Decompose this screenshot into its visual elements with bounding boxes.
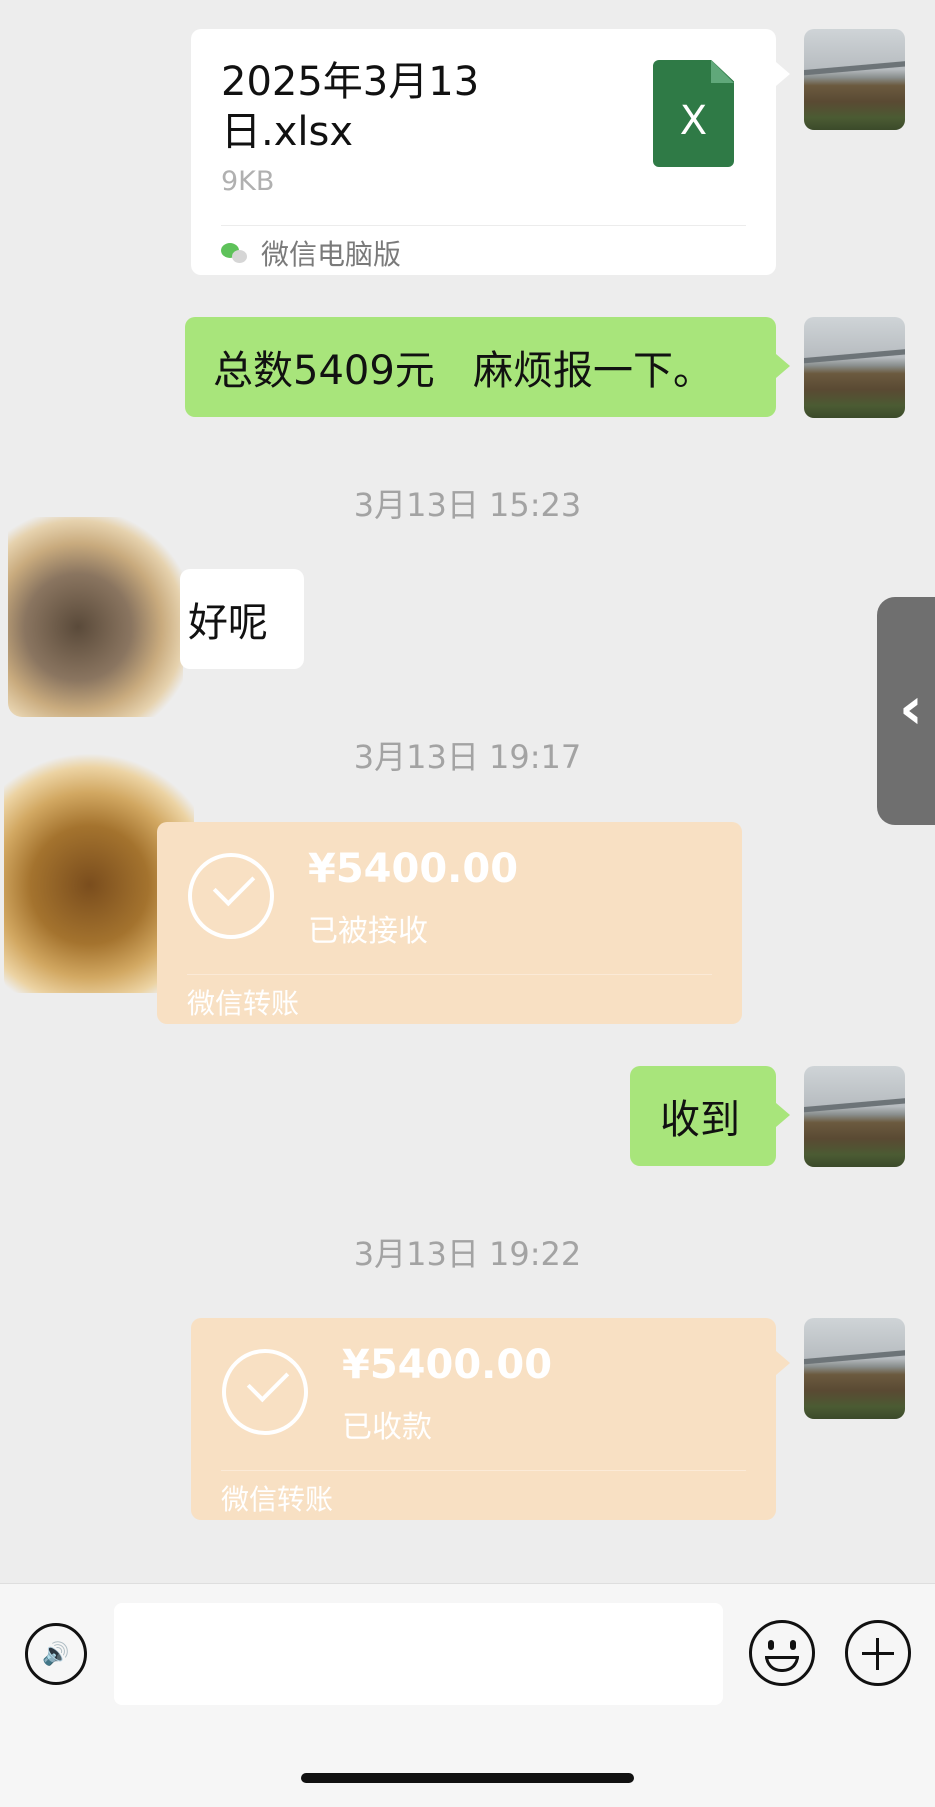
message-bubble-received[interactable]: 收到 xyxy=(630,1066,776,1166)
message-bubble-reply[interactable]: 好呢 xyxy=(180,569,304,669)
transfer-label: 微信转账 xyxy=(221,1483,334,1516)
bubble-tail xyxy=(776,62,790,86)
transfer-card-outgoing[interactable]: ¥5400.00 已收款 微信转账 xyxy=(191,1318,776,1520)
my-avatar[interactable] xyxy=(804,1318,905,1419)
my-avatar[interactable] xyxy=(804,1066,905,1167)
transfer-status: 已被接收 xyxy=(308,914,428,949)
transfer-status: 已收款 xyxy=(342,1410,432,1445)
file-source-label: 微信电脑版 xyxy=(261,238,402,271)
check-circle-icon xyxy=(188,853,274,939)
message-text: 好呢 xyxy=(188,600,268,646)
message-text: 总数5409元 麻烦报一下。 xyxy=(213,348,713,394)
voice-glyph: 🔊 xyxy=(42,1641,70,1667)
wechat-icon xyxy=(221,241,249,265)
timestamp: 3月13日 19:22 xyxy=(353,1235,582,1273)
voice-icon[interactable]: 🔊 xyxy=(25,1623,87,1685)
bubble-tail xyxy=(776,1103,790,1127)
message-bubble-total[interactable]: 总数5409元 麻烦报一下。 xyxy=(185,317,776,417)
message-input[interactable] xyxy=(114,1603,723,1705)
transfer-divider xyxy=(221,1470,746,1471)
file-message-card[interactable]: 2025年3月13日.xlsx 9KB X 微信电脑版 xyxy=(191,29,776,275)
transfer-card-incoming[interactable]: ¥5400.00 已被接收 微信转账 xyxy=(157,822,742,1024)
transfer-amount: ¥5400.00 xyxy=(342,1342,553,1388)
my-avatar[interactable] xyxy=(804,317,905,418)
transfer-divider xyxy=(187,974,712,975)
transfer-amount: ¥5400.00 xyxy=(308,846,519,892)
file-card-divider xyxy=(221,225,746,226)
home-indicator[interactable] xyxy=(301,1773,634,1783)
side-drawer-tab[interactable]: ‹ xyxy=(877,597,935,825)
file-source: 微信电脑版 xyxy=(221,234,401,272)
my-avatar[interactable] xyxy=(804,29,905,130)
file-name: 2025年3月13日.xlsx xyxy=(221,59,480,155)
check-circle-icon xyxy=(222,1349,308,1435)
chevron-left-icon: ‹ xyxy=(899,674,923,742)
bubble-tail xyxy=(776,354,790,378)
bubble-tail xyxy=(776,1351,790,1375)
contact-avatar[interactable] xyxy=(8,517,183,717)
excel-file-icon-letter: X xyxy=(679,97,708,144)
message-text: 收到 xyxy=(660,1097,740,1143)
file-size: 9KB xyxy=(221,166,275,197)
transfer-label: 微信转账 xyxy=(187,987,300,1020)
emoji-icon[interactable] xyxy=(749,1620,815,1686)
plus-icon[interactable] xyxy=(845,1620,911,1686)
